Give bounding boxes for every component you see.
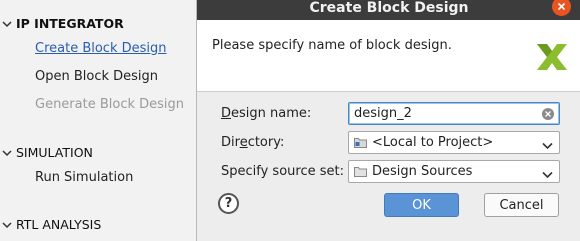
cancel-button[interactable]: Cancel bbox=[484, 193, 559, 217]
create-block-design-dialog: Create Block Design Please specify name … bbox=[196, 0, 580, 241]
directory-value: <Local to Project> bbox=[372, 135, 494, 150]
ok-button[interactable]: OK bbox=[384, 193, 459, 217]
label-text: esign name: bbox=[231, 106, 312, 121]
design-name-label: Design name: bbox=[221, 106, 311, 121]
section-simulation[interactable]: SIMULATION bbox=[2, 145, 93, 160]
folder-link-icon bbox=[354, 137, 367, 152]
nav-item-generate-block-design[interactable]: Generate Block Design bbox=[35, 97, 184, 112]
source-set-dropdown[interactable]: Design Sources bbox=[348, 160, 560, 183]
label-text: Dir bbox=[221, 135, 240, 150]
chevron-down-icon bbox=[2, 219, 14, 231]
chevron-down-icon bbox=[542, 139, 553, 154]
chevron-down-icon bbox=[2, 147, 14, 159]
section-label: IP INTEGRATOR bbox=[16, 16, 124, 31]
source-set-label: Specify source set: bbox=[221, 164, 344, 179]
section-label: RTL ANALYSIS bbox=[16, 217, 102, 232]
dialog-banner: Please specify name of block design. bbox=[197, 20, 580, 92]
section-ip-integrator[interactable]: IP INTEGRATOR bbox=[2, 16, 124, 31]
close-icon bbox=[557, 2, 566, 11]
nav-item-open-block-design[interactable]: Open Block Design bbox=[35, 69, 158, 84]
help-icon: ? bbox=[224, 196, 233, 211]
folder-icon bbox=[354, 166, 367, 181]
clear-icon[interactable] bbox=[542, 108, 554, 120]
chevron-down-icon bbox=[542, 168, 553, 183]
dialog-titlebar[interactable]: Create Block Design bbox=[197, 0, 580, 20]
help-button[interactable]: ? bbox=[218, 193, 239, 214]
directory-label: Directory: bbox=[221, 135, 284, 150]
design-name-input[interactable]: design_2 bbox=[348, 102, 560, 125]
source-set-value: Design Sources bbox=[372, 164, 473, 179]
section-rtl-analysis[interactable]: RTL ANALYSIS bbox=[2, 217, 101, 232]
nav-item-run-simulation[interactable]: Run Simulation bbox=[35, 170, 133, 185]
design-name-value: design_2 bbox=[354, 106, 412, 121]
nav-item-create-block-design[interactable]: Create Block Design bbox=[35, 41, 167, 56]
vivado-logo-icon bbox=[535, 42, 569, 76]
section-label: SIMULATION bbox=[16, 145, 93, 160]
mnemonic-char: D bbox=[221, 106, 232, 121]
dialog-message: Please specify name of block design. bbox=[212, 38, 452, 53]
directory-dropdown[interactable]: <Local to Project> bbox=[348, 131, 560, 154]
mnemonic-char: e bbox=[239, 135, 248, 150]
dialog-title: Create Block Design bbox=[309, 0, 469, 16]
chevron-down-icon bbox=[2, 18, 14, 30]
label-text: ctory: bbox=[247, 135, 285, 150]
